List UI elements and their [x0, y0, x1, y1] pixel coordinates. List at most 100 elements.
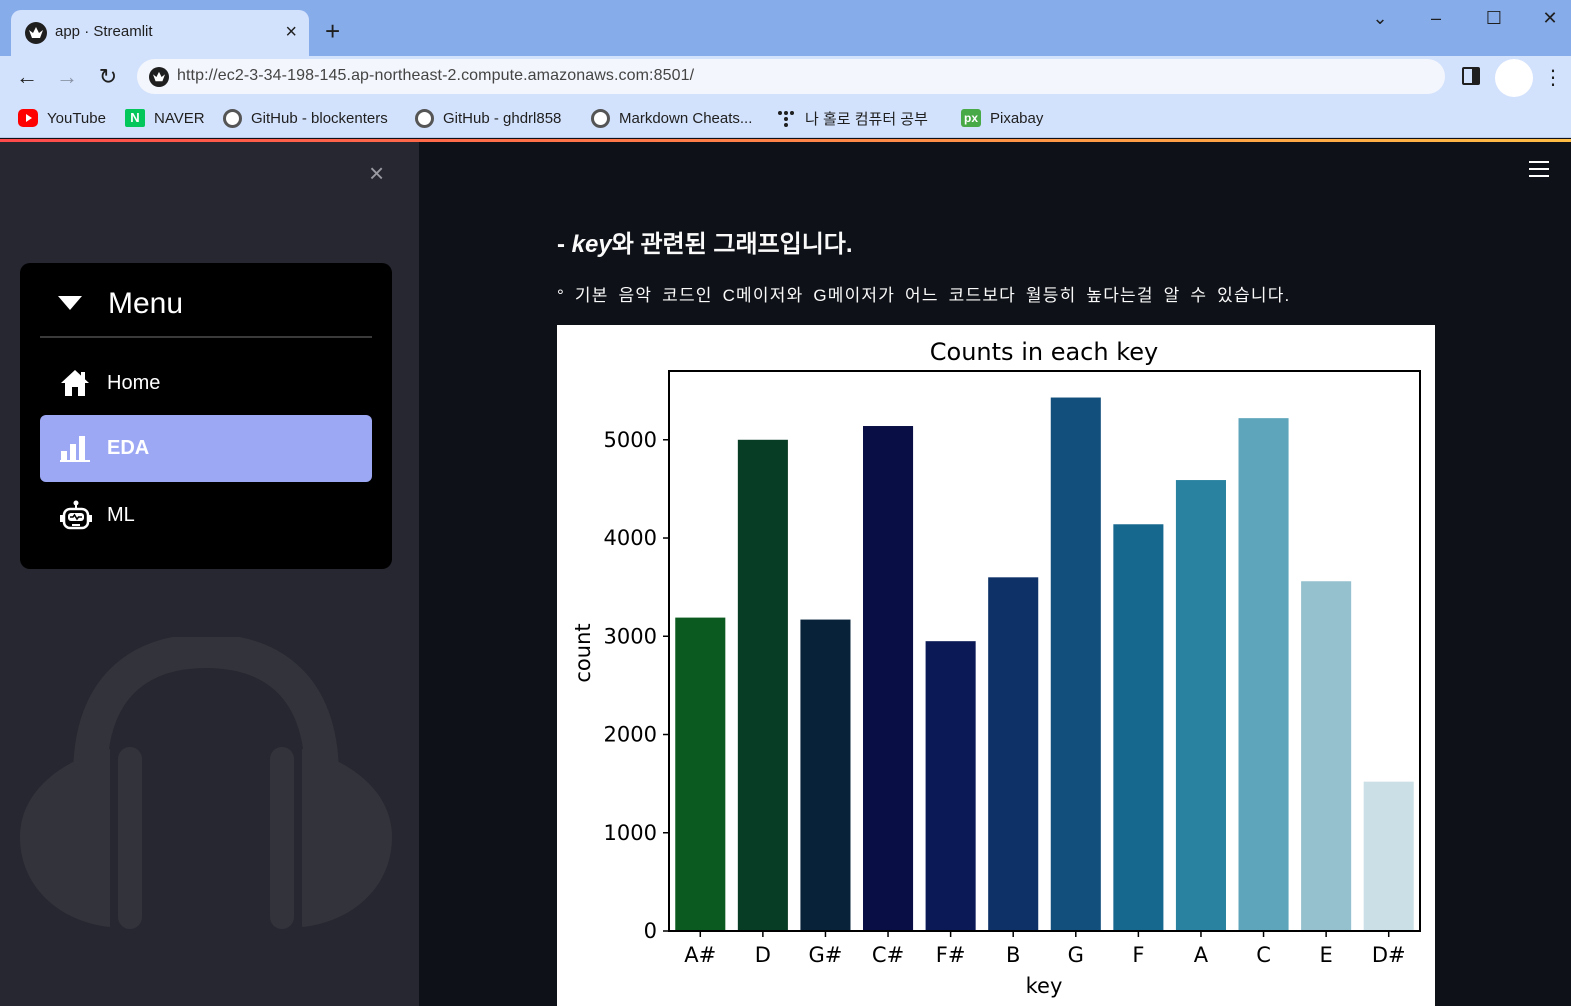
- back-button[interactable]: ←: [14, 64, 40, 90]
- heading-rest: 와 관련된 그래프입니다.: [611, 231, 853, 258]
- x-tick-label: F: [1132, 943, 1144, 967]
- maximize-button[interactable]: ☐: [1479, 8, 1509, 32]
- bookmark-label: YouTube: [47, 109, 106, 127]
- address-bar[interactable]: http://ec2-3-34-198-145.ap-northeast-2.c…: [137, 59, 1445, 94]
- bookmark-github-ghdrl858[interactable]: GitHub - ghdrl858: [415, 107, 561, 129]
- bar-f-sharp: [925, 641, 976, 931]
- x-tick-label: E: [1319, 943, 1332, 967]
- bookmark-label: Pixabay: [990, 109, 1044, 127]
- site-info-icon[interactable]: [149, 67, 169, 87]
- bar-c-sharp: [863, 426, 914, 931]
- bar-a: [1175, 480, 1226, 931]
- menu-item-label: EDA: [107, 437, 150, 459]
- menu-divider: [40, 336, 372, 338]
- heading-key: key: [571, 231, 612, 258]
- caret-down-icon[interactable]: [58, 296, 82, 310]
- bookmark-naver[interactable]: N NAVER: [125, 107, 205, 129]
- bookmarks-bar: YouTube N NAVER GitHub - blockenters Git…: [0, 98, 1571, 138]
- menu-title: Menu: [108, 287, 184, 320]
- x-axis-label: key: [1026, 974, 1063, 998]
- page-heading: - key와 관련된 그래프입니다.: [557, 224, 853, 259]
- x-tick-label: C: [1256, 943, 1271, 967]
- x-tick-label: D: [755, 943, 771, 967]
- bookmark-label: 나 홀로 컴퓨터 공부: [805, 110, 928, 128]
- bookmark-label: Markdown Cheats...: [619, 109, 753, 127]
- tab-search-icon[interactable]: ⌄: [1365, 8, 1395, 32]
- y-tick-label: 1000: [604, 821, 657, 845]
- x-tick-label: G#: [809, 943, 843, 967]
- bar-g-sharp: [800, 619, 851, 931]
- x-tick-label: B: [1006, 943, 1020, 967]
- bar-d-sharp: [1363, 781, 1414, 931]
- y-tick-label: 2000: [604, 723, 657, 747]
- x-tick-label: G: [1068, 943, 1084, 967]
- option-menu: Menu Home EDA ML: [20, 263, 392, 569]
- y-axis-label: count: [571, 623, 595, 682]
- menu-item-ml[interactable]: ML: [40, 482, 372, 549]
- y-tick-label: 3000: [604, 624, 657, 648]
- naver-icon: N: [125, 109, 145, 127]
- menu-item-label: ML: [107, 504, 135, 526]
- chart-container: Counts in each key count key A# D G# C# F# B G…: [557, 325, 1435, 1006]
- bar-f: [1113, 524, 1164, 931]
- tab-close-icon[interactable]: ×: [285, 20, 297, 44]
- bookmark-computer-study[interactable]: 나 홀로 컴퓨터 공부: [776, 107, 928, 129]
- browser-tab[interactable]: app · Streamlit ×: [11, 10, 309, 56]
- headphones-icon: [20, 633, 392, 942]
- main-menu-icon[interactable]: [1529, 161, 1549, 182]
- bookmark-label: NAVER: [154, 109, 205, 127]
- bookmark-label: GitHub - blockenters: [251, 109, 388, 127]
- x-tick-label: A#: [684, 943, 716, 967]
- bookmark-youtube[interactable]: YouTube: [18, 107, 106, 129]
- menu-item-home[interactable]: Home: [40, 350, 372, 417]
- bar-e: [1301, 581, 1352, 931]
- menu-item-label: Home: [107, 372, 161, 394]
- bar-chart: Counts in each key count key A# D G# C# F# B G…: [571, 338, 1421, 998]
- bookmark-pixabay[interactable]: px Pixabay: [961, 107, 1043, 129]
- bookmark-label: GitHub - ghdrl858: [443, 109, 562, 127]
- home-icon: [60, 368, 90, 398]
- x-tick-label: C#: [872, 943, 904, 967]
- bookmark-github-blockenters[interactable]: GitHub - blockenters: [223, 107, 388, 129]
- github-icon: [415, 108, 434, 128]
- x-tick-label: D#: [1372, 943, 1406, 967]
- bar-a-sharp: [675, 617, 726, 931]
- pixabay-icon: px: [961, 109, 981, 127]
- dots-icon: [776, 109, 796, 127]
- github-icon: [591, 108, 610, 128]
- minimize-button[interactable]: –: [1421, 8, 1451, 32]
- close-sidebar-icon[interactable]: ×: [369, 158, 384, 189]
- close-window-button[interactable]: ✕: [1535, 8, 1565, 32]
- forward-button[interactable]: →: [54, 64, 80, 90]
- y-tick-label: 4000: [604, 526, 657, 550]
- main-content: - key와 관련된 그래프입니다. ° 기본 음악 코드인 C메이저와 G메이…: [419, 142, 1571, 1006]
- streamlit-icon: [25, 22, 47, 44]
- robot-icon: [60, 500, 92, 530]
- side-panel-icon[interactable]: [1462, 67, 1480, 85]
- bar-c: [1238, 418, 1289, 931]
- chart-title: Counts in each key: [930, 338, 1158, 366]
- x-tick-label: F#: [936, 943, 966, 967]
- youtube-icon: [18, 109, 38, 127]
- profile-avatar[interactable]: [1495, 59, 1533, 97]
- y-tick-label: 5000: [604, 428, 657, 452]
- url-text[interactable]: http://ec2-3-34-198-145.ap-northeast-2.c…: [177, 67, 694, 85]
- new-tab-button[interactable]: +: [325, 18, 340, 44]
- heading-prefix: -: [557, 231, 572, 258]
- x-tick-label: A: [1194, 943, 1209, 967]
- description-text: ° 기본 음악 코드인 C메이저와 G메이저가 어느 코드보다 월등히 높다는걸…: [557, 286, 1291, 305]
- bar-d: [737, 439, 788, 931]
- browser-toolbar: ← → ↻ http://ec2-3-34-198-145.ap-northea…: [0, 56, 1571, 98]
- bar-chart-icon: [60, 433, 90, 463]
- bookmark-markdown[interactable]: Markdown Cheats...: [591, 107, 752, 129]
- more-menu-icon[interactable]: ⋮: [1543, 65, 1563, 90]
- github-icon: [223, 108, 242, 128]
- tab-title: app · Streamlit: [55, 23, 153, 40]
- sidebar: × Menu Home EDA ML: [0, 142, 419, 1006]
- bar-g: [1050, 397, 1101, 931]
- menu-item-eda[interactable]: EDA: [40, 415, 372, 482]
- y-tick-label: 0: [644, 919, 657, 943]
- bar-b: [988, 577, 1039, 931]
- reload-button[interactable]: ↻: [95, 64, 121, 90]
- browser-tabstrip: app · Streamlit × + ⌄ – ☐ ✕: [0, 0, 1571, 56]
